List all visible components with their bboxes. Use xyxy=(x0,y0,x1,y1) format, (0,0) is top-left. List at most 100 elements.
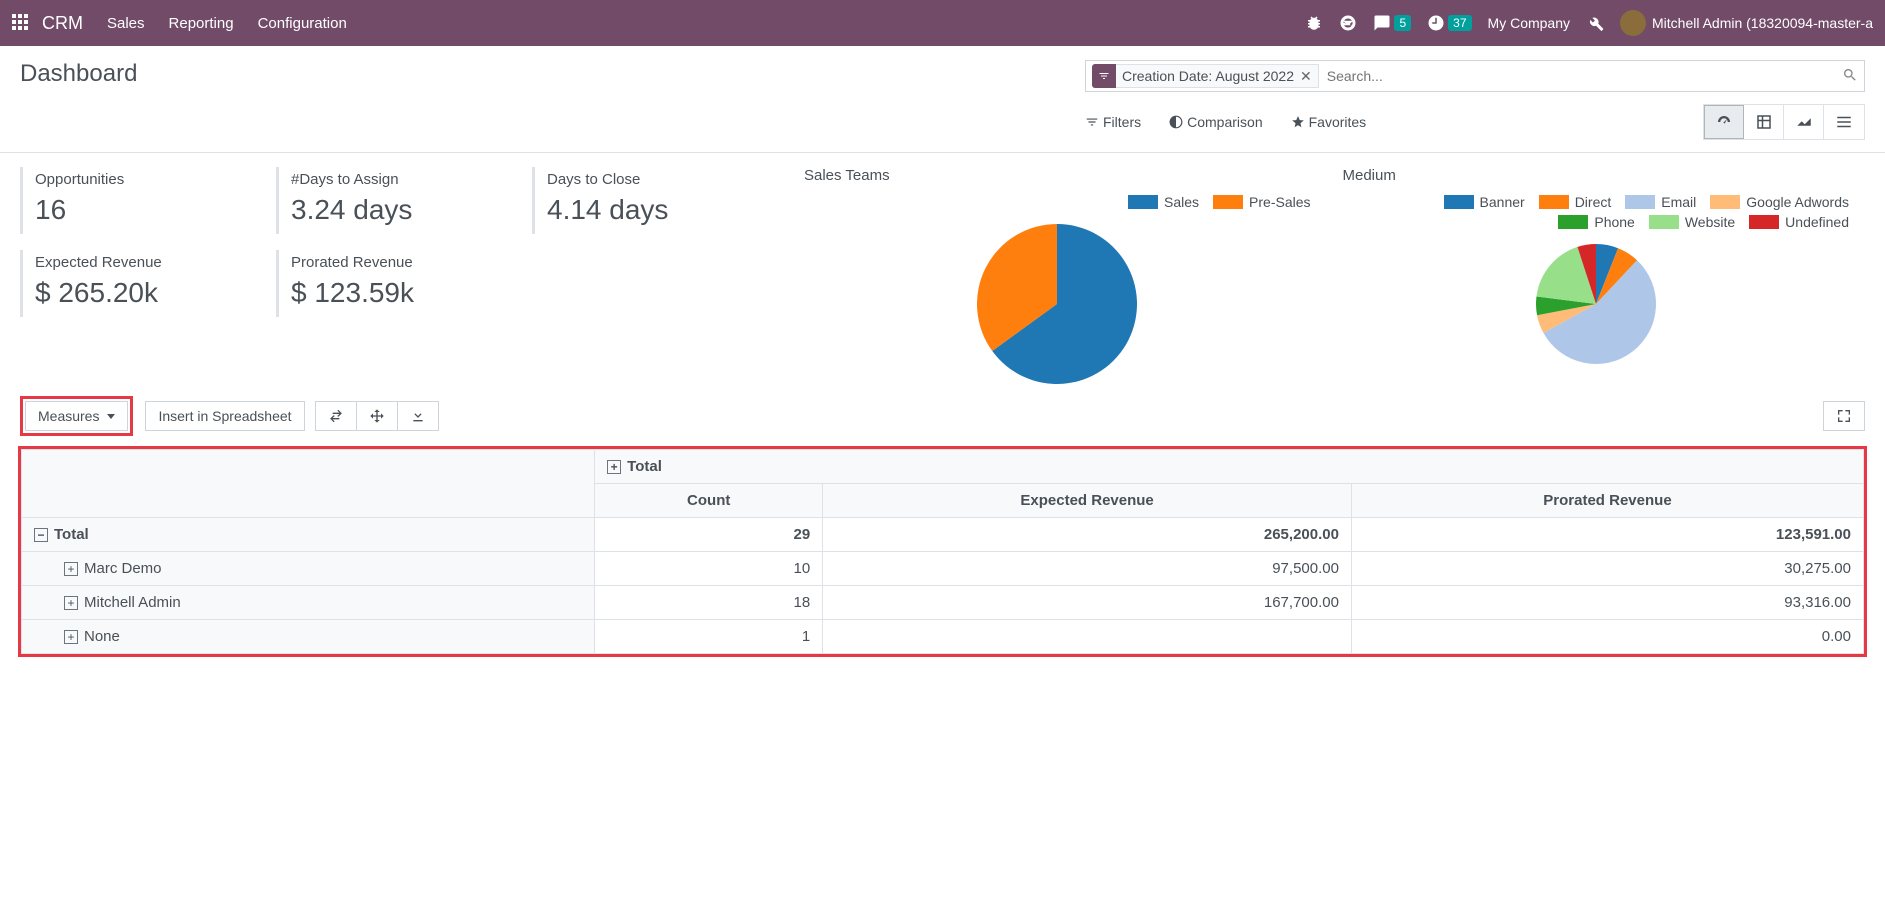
nav-sales[interactable]: Sales xyxy=(107,15,145,32)
expand-icon[interactable]: + xyxy=(607,460,621,474)
kpi-prorated-revenue: Prorated Revenue $ 123.59k xyxy=(276,250,532,317)
legend-label: Sales xyxy=(1164,194,1199,210)
legend-label: Undefined xyxy=(1785,214,1849,230)
highlight-annotation: Measures xyxy=(20,396,133,436)
kpi-value: 3.24 days xyxy=(291,194,520,226)
chart-legend: Banner Direct Email Google Adwords Phone Webs… xyxy=(1343,194,1850,234)
kpi-value: 4.14 days xyxy=(547,194,776,226)
pivot-table-highlight: +Total CountExpected RevenueProrated Rev… xyxy=(18,446,1867,657)
avatar xyxy=(1620,10,1646,36)
pivot-column-header[interactable]: Count xyxy=(595,484,823,518)
apps-icon[interactable] xyxy=(12,14,30,32)
search-options: Filters Comparison Favorites xyxy=(1085,104,1865,140)
legend-item[interactable]: Phone xyxy=(1558,214,1634,230)
legend-item[interactable]: Google Adwords xyxy=(1710,194,1849,210)
legend-item[interactable]: Undefined xyxy=(1749,214,1849,230)
bug-icon[interactable] xyxy=(1305,14,1323,32)
flip-axis-button[interactable] xyxy=(315,401,357,431)
filter-facet-icon xyxy=(1092,64,1116,88)
view-list-button[interactable] xyxy=(1824,105,1864,139)
pivot-cell: 1 xyxy=(595,620,823,654)
legend-swatch xyxy=(1649,215,1679,229)
expand-icon[interactable]: + xyxy=(64,630,78,644)
legend-label: Email xyxy=(1661,194,1696,210)
pivot-cell: 10 xyxy=(595,552,823,586)
chart-title: Medium xyxy=(1343,167,1850,184)
comparison-button[interactable]: Comparison xyxy=(1169,114,1262,130)
legend-swatch xyxy=(1539,195,1569,209)
kpi-label: Prorated Revenue xyxy=(291,254,520,271)
fullscreen-button[interactable] xyxy=(1823,401,1865,431)
activities-icon[interactable]: 37 xyxy=(1427,14,1471,32)
pivot-row-header[interactable]: +Marc Demo xyxy=(22,552,595,586)
legend-item[interactable]: Email xyxy=(1625,194,1696,210)
pivot-column-header[interactable]: Prorated Revenue xyxy=(1351,484,1863,518)
pivot-row-header[interactable]: +None xyxy=(22,620,595,654)
filter-facet[interactable]: Creation Date: August 2022 ✕ xyxy=(1116,64,1319,88)
legend-swatch xyxy=(1558,215,1588,229)
company-switcher[interactable]: My Company xyxy=(1488,15,1570,31)
pivot-cell: 97,500.00 xyxy=(823,552,1352,586)
legend-swatch xyxy=(1444,195,1474,209)
legend-item[interactable]: Direct xyxy=(1539,194,1612,210)
top-navbar: CRM Sales Reporting Configuration 5 37 M… xyxy=(0,0,1885,46)
kpi-value: $ 265.20k xyxy=(35,277,264,309)
expand-all-button[interactable] xyxy=(357,401,398,431)
kpi-days-to-assign: #Days to Assign 3.24 days xyxy=(276,167,532,234)
kpi-opportunities: Opportunities 16 xyxy=(20,167,276,234)
search-box[interactable]: Creation Date: August 2022 ✕ xyxy=(1085,60,1865,92)
kpi-expected-revenue: Expected Revenue $ 265.20k xyxy=(20,250,276,317)
nav-configuration[interactable]: Configuration xyxy=(258,15,347,32)
favorites-button[interactable]: Favorites xyxy=(1291,114,1367,130)
pivot-cell xyxy=(823,620,1352,654)
pivot-cell: 123,591.00 xyxy=(1351,518,1863,552)
user-menu[interactable]: Mitchell Admin (18320094-master-a xyxy=(1620,10,1873,36)
kpi-label: Opportunities xyxy=(35,171,264,188)
search-icon[interactable] xyxy=(1842,67,1858,86)
legend-item[interactable]: Sales xyxy=(1128,194,1199,210)
legend-item[interactable]: Website xyxy=(1649,214,1735,230)
nav-reporting[interactable]: Reporting xyxy=(169,15,234,32)
filters-button[interactable]: Filters xyxy=(1085,114,1141,130)
legend-swatch xyxy=(1749,215,1779,229)
legend-item[interactable]: Pre-Sales xyxy=(1213,194,1310,210)
collapse-icon[interactable]: − xyxy=(34,528,48,542)
view-dashboard-button[interactable] xyxy=(1704,105,1744,139)
view-switcher xyxy=(1703,104,1865,140)
messaging-icon[interactable]: 5 xyxy=(1373,14,1411,32)
control-panel: Dashboard Creation Date: August 2022 ✕ F… xyxy=(0,46,1885,144)
pivot-cell: 18 xyxy=(595,586,823,620)
messaging-badge: 5 xyxy=(1394,15,1411,31)
pivot-toolbar: Measures Insert in Spreadsheet xyxy=(0,384,1885,446)
search-input[interactable] xyxy=(1327,68,1834,84)
pivot-row-header[interactable]: +Mitchell Admin xyxy=(22,586,595,620)
expand-icon[interactable]: + xyxy=(64,596,78,610)
legend-label: Banner xyxy=(1480,194,1525,210)
close-icon[interactable]: ✕ xyxy=(1300,68,1312,85)
expand-icon[interactable]: + xyxy=(64,562,78,576)
kpi-value: $ 123.59k xyxy=(291,277,520,309)
pivot-cell: 30,275.00 xyxy=(1351,552,1863,586)
download-button[interactable] xyxy=(398,401,439,431)
kpi-days-to-close: Days to Close 4.14 days xyxy=(532,167,788,234)
app-brand[interactable]: CRM xyxy=(42,13,83,34)
kpi-label: #Days to Assign xyxy=(291,171,520,188)
pivot-cell: 167,700.00 xyxy=(823,586,1352,620)
support-icon[interactable] xyxy=(1339,14,1357,32)
pivot-row-header[interactable]: −Total xyxy=(22,518,595,552)
view-pivot-button[interactable] xyxy=(1744,105,1784,139)
pivot-col-group[interactable]: +Total xyxy=(595,450,1864,484)
chart-medium: Medium Banner Direct Email Google Adwords Ph… xyxy=(1327,167,1866,384)
legend-item[interactable]: Banner xyxy=(1444,194,1525,210)
tools-icon[interactable] xyxy=(1586,14,1604,32)
page-title: Dashboard xyxy=(20,60,137,88)
pivot-cell: 93,316.00 xyxy=(1351,586,1863,620)
kpi-label: Expected Revenue xyxy=(35,254,264,271)
legend-swatch xyxy=(1710,195,1740,209)
measures-button[interactable]: Measures xyxy=(25,401,128,431)
pivot-cell: 0.00 xyxy=(1351,620,1863,654)
pivot-column-header[interactable]: Expected Revenue xyxy=(823,484,1352,518)
legend-label: Google Adwords xyxy=(1746,194,1849,210)
view-graph-button[interactable] xyxy=(1784,105,1824,139)
insert-spreadsheet-button[interactable]: Insert in Spreadsheet xyxy=(145,401,304,431)
